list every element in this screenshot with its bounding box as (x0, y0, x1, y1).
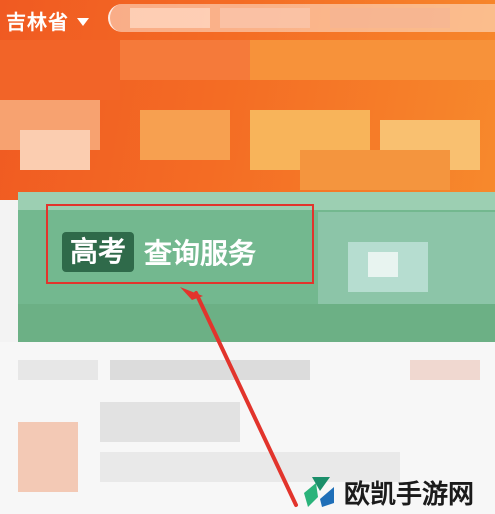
watermark: 欧凯手游网 (300, 470, 495, 514)
ouka-logo-icon (304, 477, 334, 507)
arrow-icon (180, 287, 298, 507)
watermark-text: 欧凯手游网 (344, 479, 475, 510)
